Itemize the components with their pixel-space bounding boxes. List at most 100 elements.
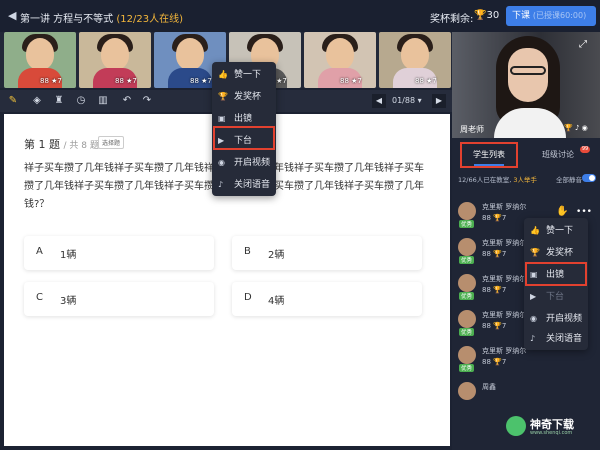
top-bar: ◀ 第一讲 方程与不等式 (12/23人在线) 奖杯剩余: 🏆30 下课 (已授…: [0, 0, 600, 32]
logo-mark-icon: [506, 416, 526, 436]
student-stats: 88 🏆7: [482, 214, 506, 222]
highlight-box: [213, 126, 275, 150]
student-video-thumb[interactable]: 88 ★7: [379, 32, 451, 88]
student-video-thumb[interactable]: 88 ★7: [4, 32, 76, 88]
likes-count: 88: [482, 322, 491, 330]
question-total: / 共 8 题: [63, 141, 99, 151]
eraser-icon[interactable]: ◈: [30, 94, 44, 108]
cups-count: 7: [501, 286, 507, 294]
option-value: 2辆: [268, 250, 285, 261]
redo-icon[interactable]: ↷: [140, 94, 154, 108]
student-tag: 优秀: [459, 364, 475, 372]
student-avatar: [458, 346, 476, 364]
back-icon[interactable]: ◀: [8, 10, 20, 22]
likes-count: 88: [482, 358, 491, 366]
option-c[interactable]: C 3辆: [24, 282, 214, 316]
menu-item-like[interactable]: 👍 赞一下: [218, 64, 261, 86]
student-name: 克里斯 罗纳尔: [482, 239, 527, 247]
page-indicator[interactable]: 01/88 ▾: [392, 94, 422, 108]
student-video-thumb[interactable]: 88 ★7: [304, 32, 376, 88]
student-name: 周鑫: [482, 383, 496, 391]
lesson-title: 第一讲 方程与不等式 (12/23人在线): [20, 10, 183, 25]
cups-count: 7: [501, 322, 507, 330]
option-value: 4辆: [268, 296, 285, 307]
student-stats: 88 🏆7: [482, 322, 506, 330]
student-row[interactable]: 周鑫: [456, 378, 596, 414]
option-value: 1辆: [60, 250, 77, 261]
menu-item-mic[interactable]: ♪ 关闭语音: [218, 174, 270, 196]
option-a[interactable]: A 1辆: [24, 236, 214, 270]
menu-item-offstage: ▶ 下台: [530, 286, 564, 308]
teacher-controls[interactable]: 🏆 ♪ ◉: [564, 124, 588, 132]
trophy-icon: 🏆: [493, 358, 502, 366]
trophy-icon: 🏆: [493, 250, 502, 258]
menu-item-mic[interactable]: ♪ 关闭语音: [530, 328, 582, 350]
cups-count: 7: [501, 358, 507, 366]
timer-icon[interactable]: ◷: [74, 94, 88, 108]
more-options-icon[interactable]: •••: [576, 206, 592, 218]
thumb-face: [101, 38, 129, 70]
trophy-icon: 🏆: [474, 10, 487, 21]
cups-count: 7: [501, 214, 507, 222]
likes-count: 88: [482, 214, 491, 222]
watermark-logo: 神奇下载 www.shenqi.com: [506, 414, 596, 438]
teacher-face: [508, 48, 548, 102]
student-name: 克里斯 罗纳尔: [482, 347, 527, 355]
video-off-icon: ▶: [530, 292, 537, 301]
thumb-face: [326, 38, 354, 70]
student-name: 克里斯 罗纳尔: [482, 275, 527, 283]
trophy-icon: 🏆: [493, 322, 502, 330]
attendance-text: 12/66人已在教室,: [458, 176, 512, 184]
question-number: 第 1 题: [24, 138, 60, 151]
thumb-stats: 88 ★7: [340, 77, 362, 85]
student-video-thumb[interactable]: 88 ★7: [79, 32, 151, 88]
student-avatar: [458, 382, 476, 400]
menu-item-label: 开启视频: [234, 158, 271, 168]
student-tag: 优秀: [459, 256, 475, 264]
menu-item-label: 发奖杯: [546, 248, 574, 258]
menu-item-like[interactable]: 👍 赞一下: [530, 220, 573, 242]
question-type-badge: 选择题: [98, 136, 125, 149]
cups-count-value: 30: [486, 10, 500, 21]
page-navigator: ◀ 01/88 ▾ ▶: [372, 94, 446, 108]
thumb-stats: 88 ★7: [115, 77, 137, 85]
thumb-face: [26, 38, 54, 70]
tab-class-discussion[interactable]: 班级讨论: [530, 144, 586, 166]
menu-item-award[interactable]: 🏆 发奖杯: [530, 242, 573, 264]
lesson-label: 第一讲 方程与不等式: [20, 14, 114, 25]
student-stats: 88 🏆7: [482, 286, 506, 294]
menu-item-camera[interactable]: ◉ 开启视频: [530, 308, 582, 330]
trophy-icon: 🏆: [493, 214, 502, 222]
camera-icon: ◉: [218, 158, 225, 167]
menu-item-label: 下台: [546, 292, 565, 302]
option-key: D: [244, 292, 252, 303]
student-tag: 优秀: [459, 328, 475, 336]
option-d[interactable]: D 4辆: [232, 282, 422, 316]
elapsed-time: (已授课60:00): [532, 11, 587, 20]
student-avatar: [458, 202, 476, 220]
menu-item-label: 赞一下: [546, 226, 574, 236]
next-page-icon[interactable]: ▶: [432, 94, 446, 108]
option-key: A: [36, 246, 43, 257]
mute-all-toggle[interactable]: [582, 174, 596, 182]
pen-icon[interactable]: ✎: [6, 94, 20, 108]
option-key: B: [244, 246, 251, 257]
trophy-icon: 🏆: [218, 92, 228, 101]
option-b[interactable]: B 2辆: [232, 236, 422, 270]
fullscreen-icon[interactable]: ⤢: [576, 38, 590, 52]
chart-icon[interactable]: ▥: [96, 94, 110, 108]
highlight-box: [460, 142, 518, 168]
unread-badge: 99: [580, 146, 590, 153]
likes-count: 88: [482, 286, 491, 294]
prev-page-icon[interactable]: ◀: [372, 94, 386, 108]
cups-remaining-label: 奖杯剩余:: [430, 14, 474, 25]
menu-item-label: 出镜: [234, 114, 253, 124]
stamp-icon[interactable]: ♜: [52, 94, 66, 108]
menu-item-label: 赞一下: [234, 70, 262, 80]
undo-icon[interactable]: ↶: [120, 94, 134, 108]
camera-icon: ◉: [530, 314, 537, 323]
menu-item-camera[interactable]: ◉ 开启视频: [218, 152, 270, 174]
student-name: 克里斯 罗纳尔: [482, 311, 527, 319]
end-class-button[interactable]: 下课 (已授课60:00): [506, 6, 596, 26]
menu-item-award[interactable]: 🏆 发奖杯: [218, 86, 261, 108]
